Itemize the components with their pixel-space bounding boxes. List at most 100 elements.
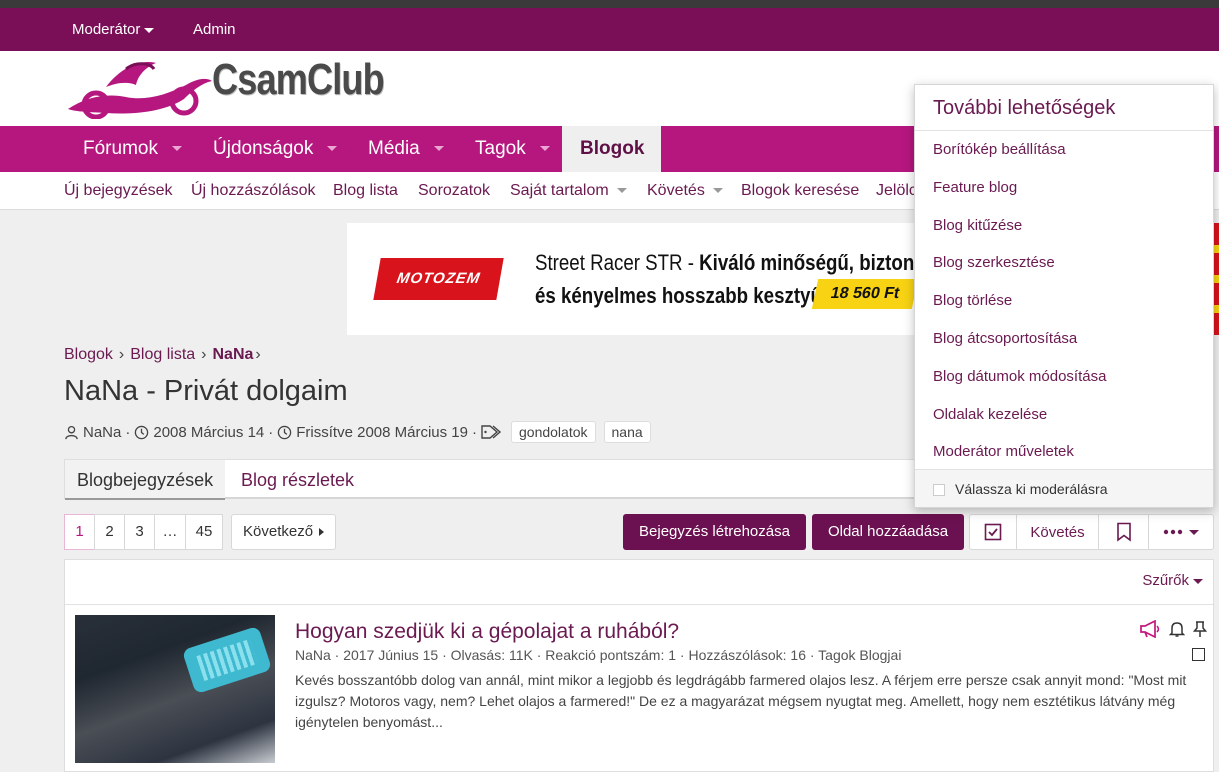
subnav-your-content[interactable]: Saját tartalom [510,182,627,200]
post-meta: NaNa · 2017 Június 15 · Olvasás: 11K · R… [295,647,902,663]
logo-text: CsamClub [212,55,385,104]
ellipsis-icon [1163,529,1183,535]
subnav-new-comments[interactable]: Új hozzászólások [191,182,316,200]
page-1[interactable]: 1 [64,514,95,550]
admin-link[interactable]: Admin [193,21,236,38]
subnav-new-posts[interactable]: Új bejegyzések [64,182,173,200]
menu-title: További lehetőségek [915,85,1213,131]
site-logo[interactable] [66,57,216,119]
chevron-right-icon [319,528,325,537]
menu-item-delete-blog[interactable]: Blog törlése [915,282,1213,320]
menu-item-change-dates[interactable]: Blog dátumok módosítása [915,358,1213,396]
breadcrumb-item-blog-list[interactable]: Blog lista [130,346,195,363]
list-divider [65,604,1213,605]
page-2[interactable]: 2 [94,514,125,550]
thumbnail-brush [181,625,273,695]
breadcrumb-item-current[interactable]: NaNa [213,346,254,363]
post-status-icons [1139,620,1207,638]
page-title: NaNa - Privát dolgaim [64,375,348,407]
menu-item-moderator-actions[interactable]: Moderátor műveletek [915,433,1213,471]
blog-created-date: 2008 Március 14 [153,423,265,441]
subnav-series[interactable]: Sorozatok [418,182,490,200]
chevron-down-icon[interactable] [327,146,338,152]
post-select-checkbox[interactable] [1192,648,1205,661]
follow-button[interactable]: Követés [1017,515,1099,549]
menu-item-edit-blog[interactable]: Blog szerkesztése [915,244,1213,282]
more-options-menu: További lehetőségek Borítókép beállítása… [914,84,1214,508]
menu-item-feature-blog[interactable]: Feature blog [915,169,1213,207]
chevron-right-icon: › [201,346,207,363]
chevron-right-icon: › [255,346,261,363]
tags-icon [481,425,502,439]
tab-blog-details[interactable]: Blog részletek [241,460,354,500]
page-ellipsis[interactable]: … [154,514,186,550]
create-post-button[interactable]: Bejegyzés létrehozása [623,514,806,550]
pagination: 1 2 3 … 45 [64,514,223,550]
page-45[interactable]: 45 [185,514,223,550]
next-page-button[interactable]: Következő [231,514,337,550]
bookmark-button[interactable] [1099,515,1149,549]
subnav-search-blogs[interactable]: Blogok keresése [741,182,859,200]
chevron-down-icon[interactable] [712,188,723,194]
nav-tab-label: Újdonságok [213,138,314,159]
nav-tab-label: Fórumok [83,138,158,159]
breadcrumb: Blogok › Blog lista › NaNa › [64,346,267,364]
menu-item-set-cover[interactable]: Borítókép beállítása [915,131,1213,169]
menu-item-manage-pages[interactable]: Oldalak kezelése [915,396,1213,434]
tag-nana[interactable]: nana [603,421,651,443]
meta-separator: · [268,423,274,441]
select-checkbox-button[interactable] [970,515,1017,549]
subnav-more[interactable]: Jelölc [876,182,917,200]
blog-author[interactable]: NaNa [83,424,121,441]
add-page-button[interactable]: Oldal hozzáadása [812,514,964,550]
ad-subline: és kényelmes hosszabb kesztyű! [535,283,829,308]
tag-gondolatok[interactable]: gondolatok [511,421,596,443]
ad-headline: Street Racer STR - Kiváló minőségű, bizt… [535,250,968,276]
clock-icon [278,425,292,439]
checkbox-icon[interactable] [933,484,945,497]
menu-item-regroup-blog[interactable]: Blog átcsoportosítása [915,320,1213,358]
filters-label: Szűrők [1142,572,1189,589]
user-icon [65,425,78,439]
checkbox-checked-icon [984,523,1002,541]
nav-tab-media[interactable]: Média [368,126,444,172]
breadcrumb-item-blogs[interactable]: Blogok [64,346,113,363]
filters-button[interactable]: Szűrők [1142,572,1203,589]
post-title[interactable]: Hogyan szedjük ki a gépolajat a ruhából? [295,620,679,644]
select-for-moderation-label: Válassza ki moderálásra [955,481,1108,497]
pin-icon [1193,621,1207,637]
nav-tab-label: Tagok [475,138,526,159]
post-snippet: Kevés bosszantóbb dolog van annál, mint … [295,672,1187,730]
chevron-down-icon[interactable] [433,146,444,152]
nav-tab-forums[interactable]: Fórumok [83,126,182,172]
megaphone-icon [1140,620,1160,638]
nav-tab-label: Média [368,138,420,159]
subnav-blog-list[interactable]: Blog lista [333,182,398,200]
menu-item-pin-blog[interactable]: Blog kitűzése [915,207,1213,245]
meta-separator: · [472,423,477,441]
chevron-down-icon [1189,529,1199,535]
subnav-watched[interactable]: Követés [647,182,723,200]
chevron-down-icon[interactable] [539,146,550,152]
meta-separator: · [125,423,131,441]
tab-blog-posts[interactable]: Blogbejegyzések [65,460,226,500]
top-strip [0,0,1219,8]
post-thumbnail[interactable] [75,615,275,763]
chevron-down-icon [1193,578,1203,584]
chevron-right-icon: › [118,346,125,363]
ad-brand-logo: MOTOZEM [373,258,504,300]
chevron-down-icon[interactable] [616,188,627,194]
nav-tab-whats-new[interactable]: Újdonságok [213,126,338,172]
ad-price: 18 560 Ft [811,279,919,309]
blog-meta: NaNa · 2008 Március 14 · Frissítve 2008 Má… [64,421,651,443]
moderator-menu[interactable]: Moderátor [72,21,155,38]
next-page-label: Következő [243,523,314,540]
bell-icon [1169,622,1185,637]
nav-tab-members[interactable]: Tagok [475,126,550,172]
select-for-moderation[interactable]: Válassza ki moderálásra [915,469,1213,507]
more-options-button[interactable] [1149,515,1213,549]
nav-tab-blogs[interactable]: Blogok [562,126,661,172]
page-3[interactable]: 3 [124,514,155,550]
chevron-down-icon[interactable] [171,146,182,152]
subnav-label: Követés [647,182,705,199]
